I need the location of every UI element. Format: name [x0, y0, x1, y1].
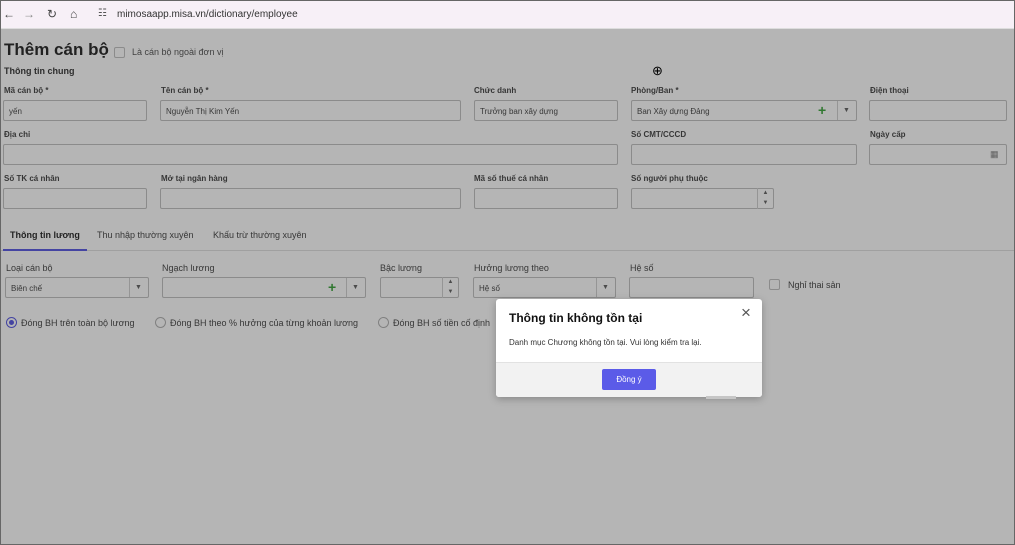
reload-icon[interactable]: ↻ — [47, 7, 57, 21]
modal-overlay[interactable] — [1, 29, 1014, 544]
app-frame: ← → ↻ ⌂ ☷ mimosaapp.misa.vn/dictionary/e… — [0, 0, 1015, 545]
error-dialog: Thông tin không tồn tại × Danh mục Chươn… — [496, 299, 762, 399]
browser-toolbar: ← → ↻ ⌂ ☷ mimosaapp.misa.vn/dictionary/e… — [1, 1, 1014, 29]
site-info-icon[interactable]: ☷ — [98, 8, 107, 19]
footer-tab-indicator — [706, 396, 736, 399]
ok-button[interactable]: Đồng ý — [602, 369, 656, 390]
home-icon[interactable]: ⌂ — [70, 7, 77, 21]
address-bar[interactable]: mimosaapp.misa.vn/dictionary/employee — [117, 9, 298, 20]
dialog-message: Danh mục Chương không tồn tại. Vui lòng … — [509, 338, 702, 347]
zoom-cursor-icon: ⊕ — [652, 63, 663, 78]
dialog-title: Thông tin không tồn tại — [509, 311, 643, 325]
forward-arrow-icon[interactable]: → — [23, 7, 35, 21]
close-icon[interactable]: × — [738, 304, 754, 321]
back-arrow-icon[interactable]: ← — [3, 7, 15, 21]
dialog-footer: Đồng ý — [496, 362, 762, 399]
